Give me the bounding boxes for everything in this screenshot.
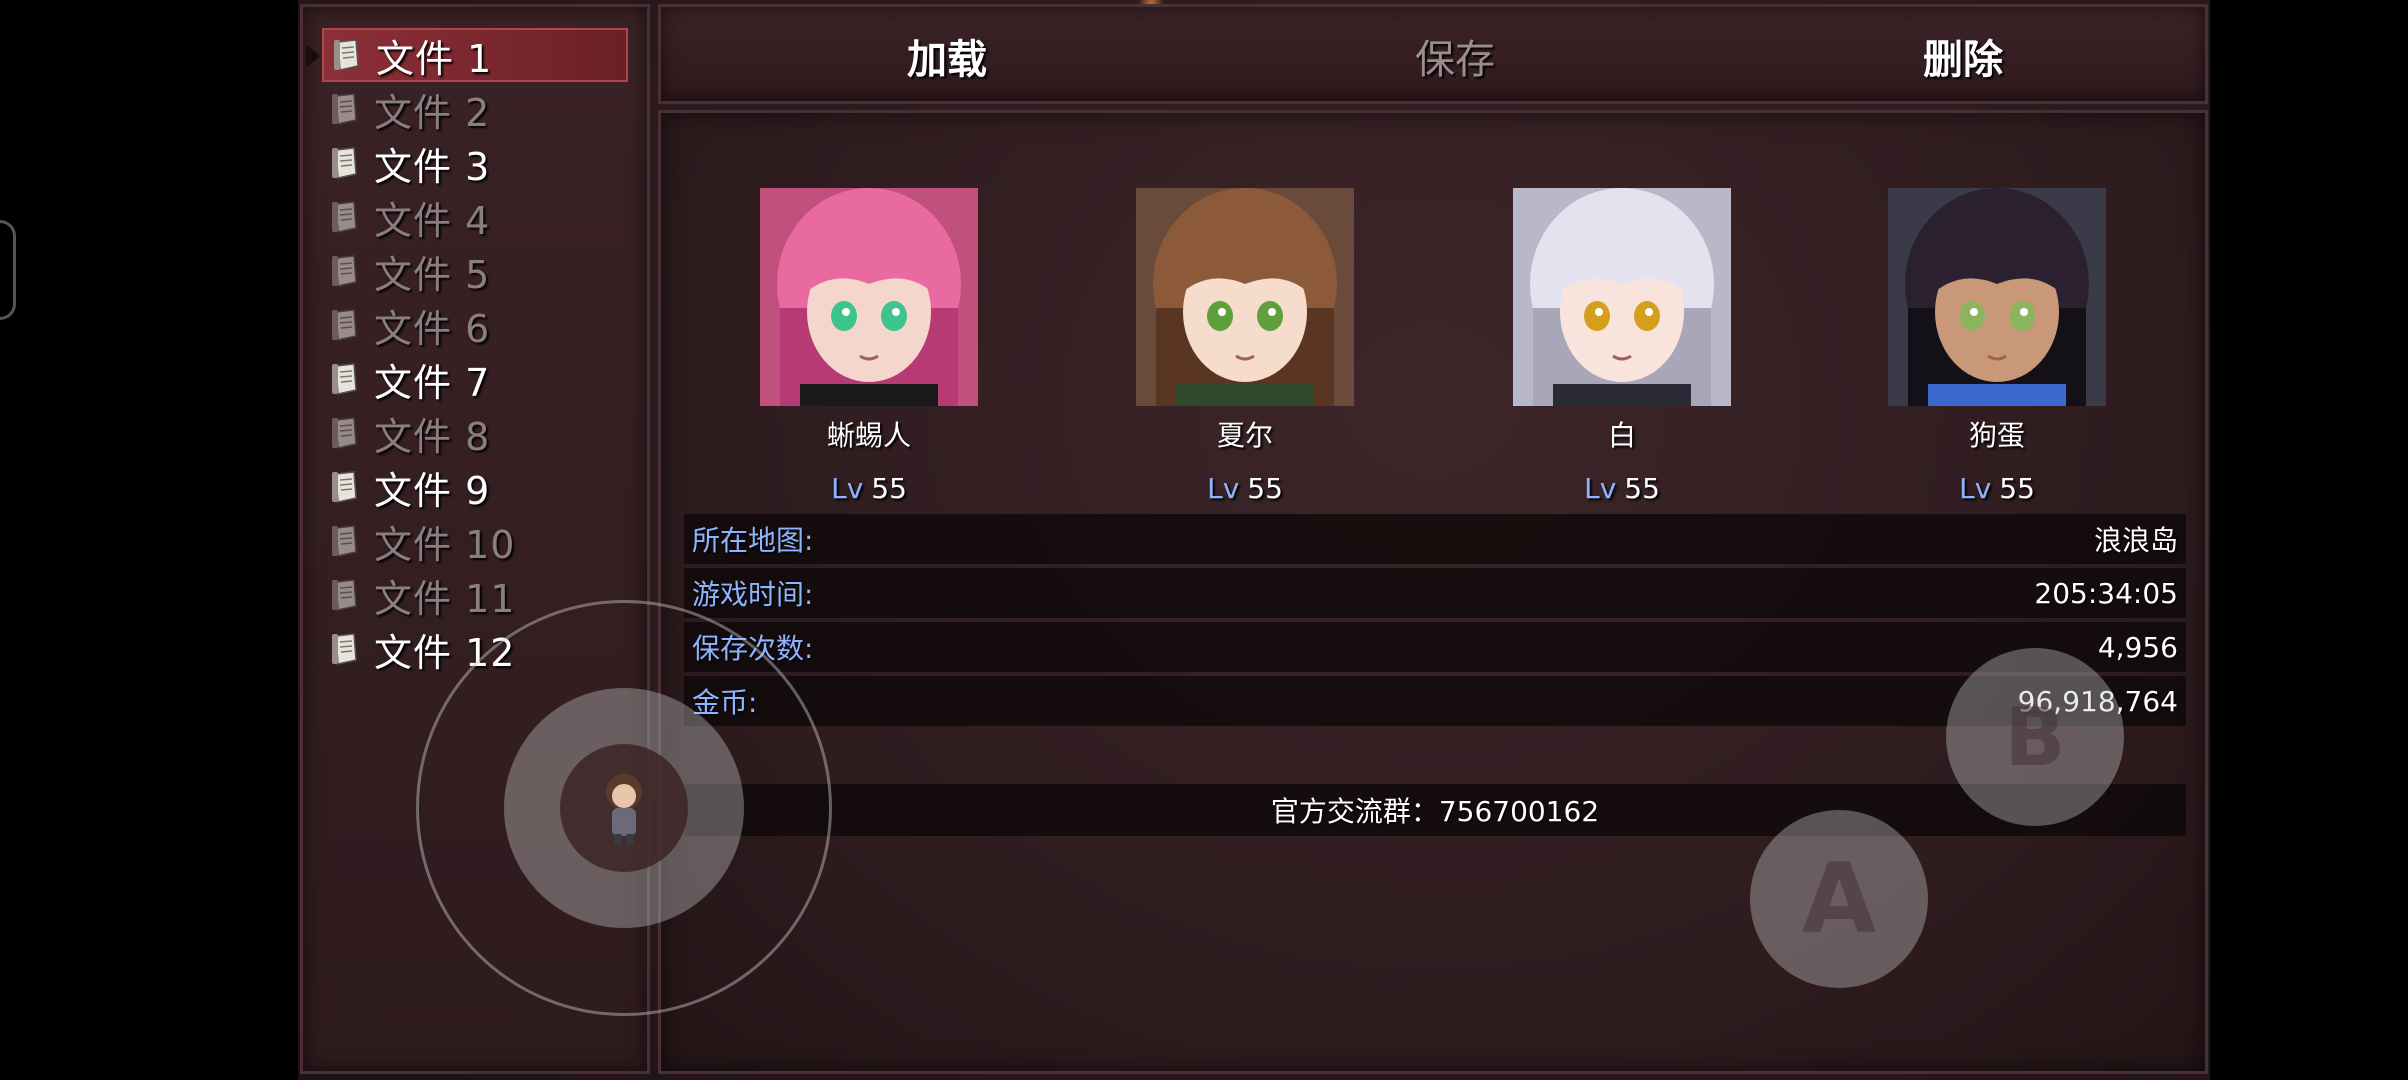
party-member: 白 Lv 55 bbox=[1513, 188, 1731, 505]
character-portrait bbox=[1888, 188, 2106, 406]
character-name: 狗蛋 bbox=[1968, 419, 2025, 452]
character-portrait bbox=[760, 188, 978, 406]
save-file-icon bbox=[330, 200, 360, 234]
save-file-icon bbox=[332, 38, 362, 72]
save-count-value: 4,956 bbox=[2097, 630, 2178, 664]
character-level: Lv 55 bbox=[1136, 472, 1354, 505]
level-prefix: Lv bbox=[1584, 472, 1617, 505]
save-count-row: 保存次数: 4,956 bbox=[684, 622, 2186, 672]
file-slot[interactable]: 文件 9 bbox=[322, 460, 628, 514]
level-value: 55 bbox=[1247, 472, 1283, 505]
file-slot-label: 文件 2 bbox=[374, 90, 491, 135]
action-bar: 加载 保存 删除 bbox=[658, 4, 2208, 104]
character-portrait bbox=[1136, 188, 1354, 406]
player-sprite-icon bbox=[606, 774, 642, 844]
save-file-icon bbox=[330, 524, 360, 558]
level-prefix: Lv bbox=[831, 472, 864, 505]
save-file-icon bbox=[330, 470, 360, 504]
character-name: 白 bbox=[1607, 419, 1636, 452]
file-slot-label: 文件 10 bbox=[374, 522, 516, 567]
community-group-text: 官方交流群：756700162 bbox=[1270, 795, 1600, 828]
save-button[interactable]: 保存 bbox=[1375, 29, 1535, 83]
save-file-icon bbox=[330, 146, 360, 180]
character-level: Lv 55 bbox=[760, 472, 978, 505]
selection-cursor-icon bbox=[306, 44, 320, 68]
game-screen: 文件 1 文件 2 文件 3 文件 4 文件 5 文件 6 文件 7 文件 8 文件 9 文件 1… bbox=[0, 0, 2408, 1080]
save-file-icon bbox=[330, 308, 360, 342]
community-group-row: 官方交流群：756700162 bbox=[684, 784, 2186, 836]
file-slot-label: 文件 9 bbox=[374, 468, 491, 513]
file-slot[interactable]: 文件 1 bbox=[306, 28, 628, 82]
party-member: 夏尔 Lv 55 bbox=[1136, 188, 1354, 505]
save-file-icon bbox=[330, 92, 360, 126]
load-button[interactable]: 加载 bbox=[867, 29, 1027, 83]
map-label: 所在地图: bbox=[692, 524, 814, 557]
b-button[interactable]: B bbox=[1946, 648, 2124, 826]
file-slot-label: 文件 6 bbox=[374, 306, 491, 351]
level-prefix: Lv bbox=[1959, 472, 1992, 505]
file-list: 文件 1 文件 2 文件 3 文件 4 文件 5 文件 6 文件 7 文件 8 文件 9 文件 1… bbox=[306, 28, 628, 676]
level-value: 55 bbox=[871, 472, 907, 505]
playtime-value: 205:34:05 bbox=[2034, 576, 2178, 610]
edge-handle[interactable] bbox=[0, 220, 16, 320]
file-slot-label: 文件 8 bbox=[374, 414, 491, 459]
file-slot[interactable]: 文件 5 bbox=[322, 244, 628, 298]
file-slot[interactable]: 文件 6 bbox=[322, 298, 628, 352]
file-slot[interactable]: 文件 8 bbox=[322, 406, 628, 460]
file-slot[interactable]: 文件 10 bbox=[322, 514, 628, 568]
save-file-icon bbox=[330, 578, 360, 612]
map-row: 所在地图: 浪浪岛 bbox=[684, 514, 2186, 564]
level-value: 55 bbox=[1624, 472, 1660, 505]
playtime-label: 游戏时间: bbox=[692, 578, 814, 611]
party-member: 蜥蜴人 Lv 55 bbox=[760, 188, 978, 505]
save-file-icon bbox=[330, 632, 360, 666]
file-slot[interactable]: 文件 2 bbox=[322, 82, 628, 136]
character-level: Lv 55 bbox=[1513, 472, 1731, 505]
file-slot-label: 文件 1 bbox=[376, 36, 493, 81]
file-slot-label: 文件 11 bbox=[374, 576, 516, 621]
delete-button[interactable]: 删除 bbox=[1883, 29, 2043, 83]
file-slot-label: 文件 7 bbox=[374, 360, 491, 405]
save-file-icon bbox=[330, 362, 360, 396]
party-member: 狗蛋 Lv 55 bbox=[1888, 188, 2106, 505]
save-file-icon bbox=[330, 254, 360, 288]
file-slot-label: 文件 5 bbox=[374, 252, 491, 297]
file-slot-label: 文件 4 bbox=[374, 198, 491, 243]
file-slot-label: 文件 3 bbox=[374, 144, 491, 189]
file-slot[interactable]: 文件 3 bbox=[322, 136, 628, 190]
joystick-knob[interactable] bbox=[560, 744, 688, 872]
a-button[interactable]: A bbox=[1750, 810, 1928, 988]
character-level: Lv 55 bbox=[1888, 472, 2106, 505]
character-name: 蜥蜴人 bbox=[826, 419, 911, 452]
save-file-icon bbox=[330, 416, 360, 450]
level-prefix: Lv bbox=[1207, 472, 1240, 505]
file-slot[interactable]: 文件 7 bbox=[322, 352, 628, 406]
file-slot[interactable]: 文件 4 bbox=[322, 190, 628, 244]
level-value: 55 bbox=[1999, 472, 2035, 505]
character-name: 夏尔 bbox=[1216, 419, 1273, 452]
character-portrait bbox=[1513, 188, 1731, 406]
map-value: 浪浪岛 bbox=[2093, 524, 2178, 557]
playtime-row: 游戏时间: 205:34:05 bbox=[684, 568, 2186, 618]
